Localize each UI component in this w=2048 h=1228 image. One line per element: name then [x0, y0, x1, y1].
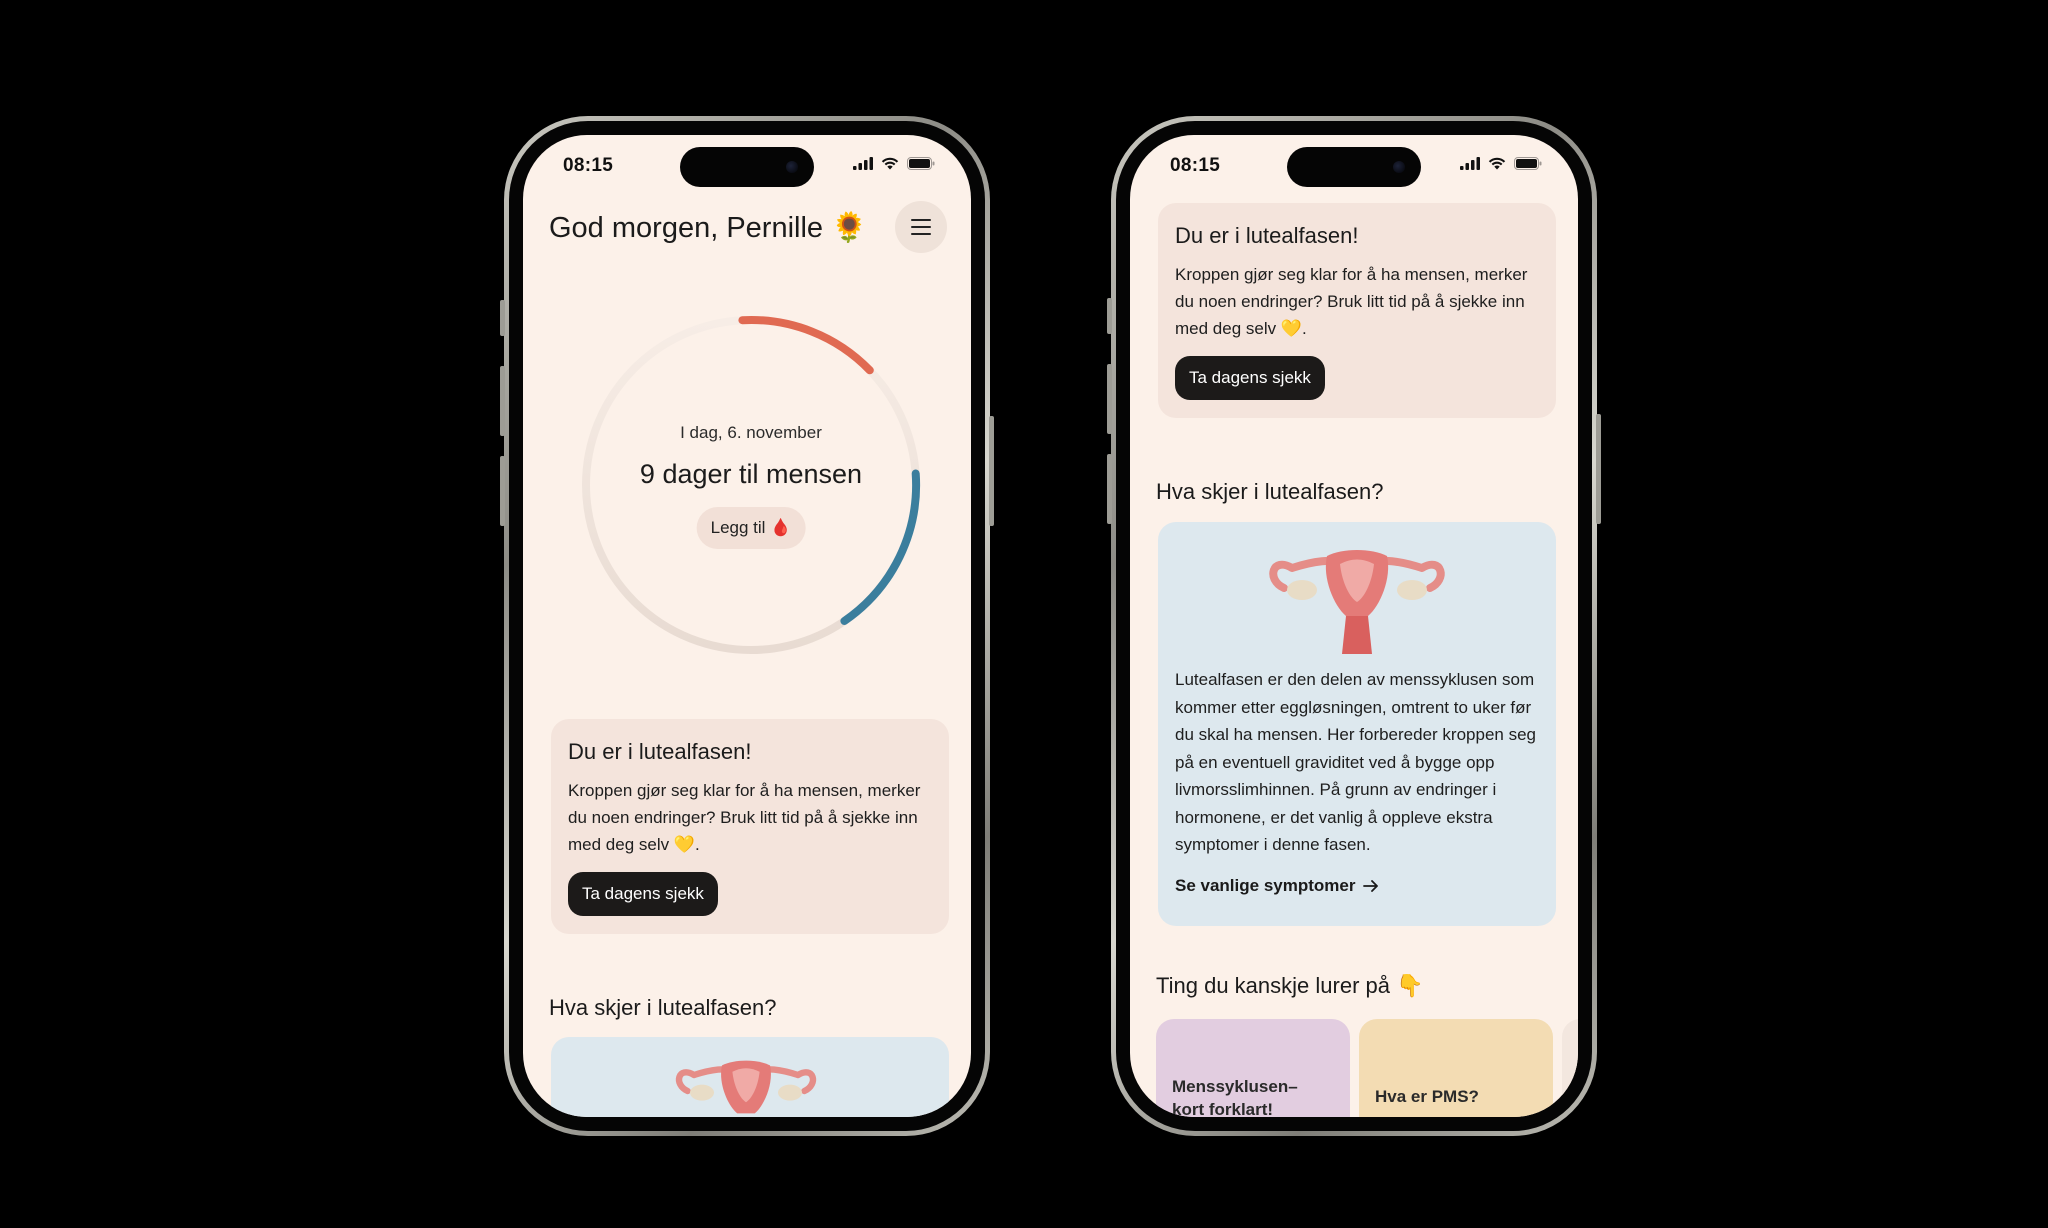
phone-left: 08:15 God morgen, Pernille 🌻 I dag, 6. n…: [500, 116, 994, 1136]
faq-section-title: Ting du kanskje lurer på 👇: [1156, 973, 1424, 998]
daily-check-button[interactable]: Ta dagens sjekk: [1175, 356, 1325, 400]
phase-card-title: Du er i lutealfasen!: [1175, 223, 1359, 248]
cycle-ring: I dag, 6. november 9 dager til mensen Le…: [579, 313, 923, 657]
greeting: God morgen, Pernille 🌻: [549, 212, 868, 244]
menu-button[interactable]: [895, 201, 947, 253]
wifi-icon: [1488, 157, 1506, 170]
phase-card: Du er i lutealfasen! Kroppen gjør seg kl…: [551, 719, 949, 934]
info-card: [551, 1037, 949, 1117]
scrolled-screen: 08:15 Du er i lutealfasen! Kroppen gjør …: [1130, 135, 1578, 1117]
volume-up-button: [500, 366, 505, 436]
info-card-body: Lutealfasen er den delen av menssyklusen…: [1175, 670, 1536, 854]
phase-card-body: Kroppen gjør seg klar for å ha mensen, m…: [568, 781, 921, 854]
faq-card-label: Hva er PMS?: [1375, 1087, 1479, 1106]
phase-card-title: Du er i lutealfasen!: [568, 739, 752, 764]
phase-card: Du er i lutealfasen! Kroppen gjør seg kl…: [1158, 203, 1556, 418]
status-icons: [1460, 157, 1542, 170]
volume-up-button: [1107, 364, 1112, 434]
faq-card-partial[interactable]: H: [1562, 1019, 1578, 1117]
menu-icon: [911, 219, 931, 221]
power-button: [989, 416, 994, 526]
symptoms-link-label: Se vanlige symptomer: [1175, 876, 1356, 895]
info-card: Lutealfasen er den delen av menssyklusen…: [1158, 522, 1556, 926]
uterus-illustration: [1269, 550, 1445, 654]
action-button: [500, 300, 505, 336]
info-section-title: Hva skjer i lutealfasen?: [1156, 479, 1384, 504]
info-section-title: Hva skjer i lutealfasen?: [549, 995, 777, 1020]
symptoms-link[interactable]: Se vanlige symptomer: [1175, 876, 1379, 896]
faq-card-cycle[interactable]: Menssyklusen– kort forklart!: [1156, 1019, 1350, 1117]
wifi-icon: [881, 157, 899, 170]
cycle-date: I dag, 6. november: [680, 423, 822, 442]
action-button: [1107, 298, 1112, 334]
phone-right: 08:15 Du er i lutealfasen! Kroppen gjør …: [1107, 116, 1601, 1136]
faq-card-label: Menssyklusen– kort forklart!: [1172, 1077, 1298, 1117]
signal-icon: [1460, 157, 1480, 170]
battery-icon: [907, 157, 935, 170]
uterus-illustration: [675, 1060, 817, 1114]
status-time: 08:15: [563, 155, 614, 176]
status-time: 08:15: [1170, 155, 1221, 176]
volume-down-button: [500, 456, 505, 526]
daily-check-button[interactable]: Ta dagens sjekk: [568, 872, 718, 916]
faq-card-pms[interactable]: Hva er PMS?: [1359, 1019, 1553, 1117]
dynamic-island: [1287, 147, 1421, 187]
signal-icon: [853, 157, 873, 170]
phase-card-body: Kroppen gjør seg klar for å ha mensen, m…: [1175, 265, 1528, 338]
ring-period-arc: [738, 315, 874, 375]
ring-luteal-arc: [840, 469, 921, 625]
volume-down-button: [1107, 454, 1112, 524]
add-period-button[interactable]: Legg til 🩸: [696, 507, 806, 549]
home-screen: 08:15 God morgen, Pernille 🌻 I dag, 6. n…: [523, 135, 971, 1117]
power-button: [1596, 414, 1601, 524]
cycle-countdown: 9 dager til mensen: [639, 459, 863, 489]
status-icons: [853, 157, 935, 170]
dynamic-island: [680, 147, 814, 187]
battery-icon: [1514, 157, 1542, 170]
arrow-right-icon: [1363, 880, 1379, 892]
